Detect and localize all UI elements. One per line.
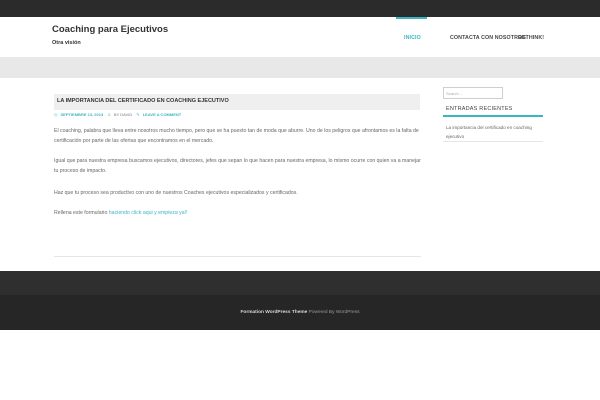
main-navigation: INICIO CONTACTA CON NOSOTROS RETHINK!	[0, 17, 600, 57]
theme-credit-link[interactable]: Formation WordPress Theme	[240, 310, 307, 315]
user-icon: ♙	[107, 112, 111, 117]
widget-title-underline	[443, 115, 543, 117]
cta-prefix: Rellena este formulario	[54, 210, 109, 216]
widget-title: ENTRADAS RECIENTES	[446, 106, 513, 112]
post-title-box: LA IMPORTANCIA DEL CERTIFICADO EN COACHI…	[54, 94, 420, 110]
top-bar	[0, 0, 600, 17]
calendar-icon: ◷	[54, 112, 58, 117]
content-divider	[54, 256, 421, 257]
site-footer: Formation WordPress Theme Powered By Wor…	[0, 271, 600, 330]
post-paragraph: El coaching, palabra que lleva entre nos…	[54, 128, 419, 144]
cta-link[interactable]: haciendo click aqui y empieza ya!!	[109, 210, 188, 216]
post-author[interactable]: BY DAVID	[114, 112, 132, 117]
recent-post-link[interactable]: La importancia del certificado en coachi…	[446, 123, 542, 141]
post-cta: Rellena este formulario haciendo click a…	[54, 208, 422, 218]
post-meta: ◷ SEPTIEMBRE 13, 2013 ♙ BY DAVID ✎ LEAVE A …	[54, 112, 184, 117]
footer-credits: Formation WordPress Theme Powered By Wor…	[0, 310, 600, 315]
post-title[interactable]: LA IMPORTANCIA DEL CERTIFICADO EN COACHI…	[57, 98, 229, 104]
nav-item-inicio[interactable]: INICIO	[404, 35, 421, 41]
post-date[interactable]: SEPTIEMBRE 13, 2013	[61, 112, 104, 117]
widget-divider	[443, 141, 543, 142]
powered-by-link[interactable]: Powered By WordPress	[309, 310, 360, 315]
leave-comment-link[interactable]: LEAVE A COMMENT	[143, 112, 182, 117]
nav-item-rethink[interactable]: RETHINK!	[518, 35, 544, 41]
nav-item-contacta[interactable]: CONTACTA CON NOSOTROS	[450, 35, 526, 41]
post-paragraph: Haz que tu proceso sea productivo con un…	[54, 190, 298, 196]
page-banner-bar	[0, 57, 600, 78]
search-input[interactable]: Search ...	[443, 87, 503, 99]
comment-icon: ✎	[136, 112, 140, 117]
post-paragraph: Igual que para nuestra empresa buscamos …	[54, 158, 421, 174]
